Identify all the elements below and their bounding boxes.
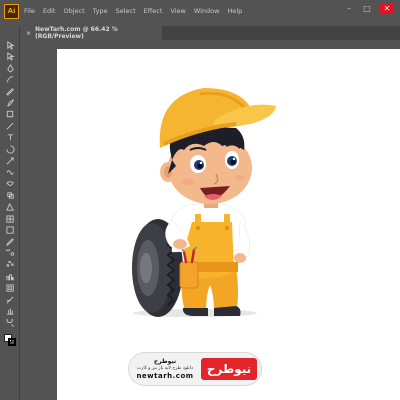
zoom-tool-icon[interactable] — [5, 318, 15, 328]
blend-tool-icon[interactable] — [5, 249, 15, 259]
line-tool-icon[interactable] — [5, 121, 15, 131]
tools-panel — [0, 26, 20, 400]
rotate-tool-icon[interactable] — [5, 144, 15, 154]
menu-help[interactable]: Help — [227, 7, 242, 15]
type-tool-icon[interactable] — [5, 133, 15, 143]
badge-name: نیوطرح — [153, 358, 177, 365]
menu-file[interactable]: File — [24, 7, 35, 15]
gradient-tool-icon[interactable] — [5, 226, 15, 236]
illustrator-logo-icon: Ai — [4, 3, 19, 19]
shape-builder-tool-icon[interactable] — [5, 191, 15, 201]
hand-tool-icon[interactable] — [5, 307, 15, 317]
selection-tool-icon[interactable] — [5, 40, 15, 50]
eyedropper-tool-icon[interactable] — [5, 237, 15, 247]
document-tab[interactable]: × NewTarh.com @ 66.42 % (RGB/Preview) — [22, 26, 162, 40]
maximize-button[interactable]: □ — [362, 4, 372, 14]
badge-url: newtarh.com — [136, 372, 194, 380]
newtarh-logo-icon: نیوطرح — [201, 358, 257, 380]
mesh-tool-icon[interactable] — [5, 214, 15, 224]
minimize-button[interactable]: – — [344, 4, 354, 14]
artboard[interactable] — [57, 49, 400, 400]
document-tab-bar: × NewTarh.com @ 66.42 % (RGB/Preview) — [22, 26, 400, 40]
pencil-tool-icon[interactable] — [5, 86, 15, 96]
width-tool-icon[interactable] — [5, 168, 15, 178]
brush-tool-icon[interactable] — [5, 98, 15, 108]
badge-text-block: نیوطرح دانلود طرح لایه باز بنر و کارت ne… — [129, 353, 201, 385]
window-controls: – □ ✕ — [344, 4, 394, 14]
menu-window[interactable]: Window — [194, 7, 220, 15]
menu-bar: Ai File Edit Object Type Select Effect V… — [0, 0, 400, 22]
perspective-tool-icon[interactable] — [5, 202, 15, 212]
menu-edit[interactable]: Edit — [43, 7, 56, 15]
menu-type[interactable]: Type — [93, 7, 108, 15]
menu-select[interactable]: Select — [116, 7, 136, 15]
tab-close-icon[interactable]: × — [26, 30, 31, 37]
document-title: NewTarh.com @ 66.42 % (RGB/Preview) — [35, 26, 118, 40]
symbol-sprayer-tool-icon[interactable] — [5, 260, 15, 270]
artboard-tool-icon[interactable] — [5, 284, 15, 294]
fill-stroke-swatch-icon[interactable] — [4, 334, 16, 346]
rectangle-tool-icon[interactable] — [5, 110, 15, 120]
menu-object[interactable]: Object — [63, 7, 84, 15]
warp-tool-icon[interactable] — [5, 179, 15, 189]
menu-effect[interactable]: Effect — [144, 7, 163, 15]
menu-view[interactable]: View — [170, 7, 185, 15]
newtarh-watermark-badge: نیوطرح دانلود طرح لایه باز بنر و کارت ne… — [128, 352, 262, 386]
scale-tool-icon[interactable] — [5, 156, 15, 166]
column-graph-tool-icon[interactable] — [5, 272, 15, 282]
badge-tagline: دانلود طرح لایه باز بنر و کارت — [136, 366, 194, 371]
slice-tool-icon[interactable] — [5, 295, 15, 305]
curvature-tool-icon[interactable] — [5, 75, 15, 85]
close-button[interactable]: ✕ — [380, 4, 394, 14]
direct-selection-tool-icon[interactable] — [5, 52, 15, 62]
canvas-workspace[interactable] — [21, 40, 400, 400]
pen-tool-icon[interactable] — [5, 63, 15, 73]
